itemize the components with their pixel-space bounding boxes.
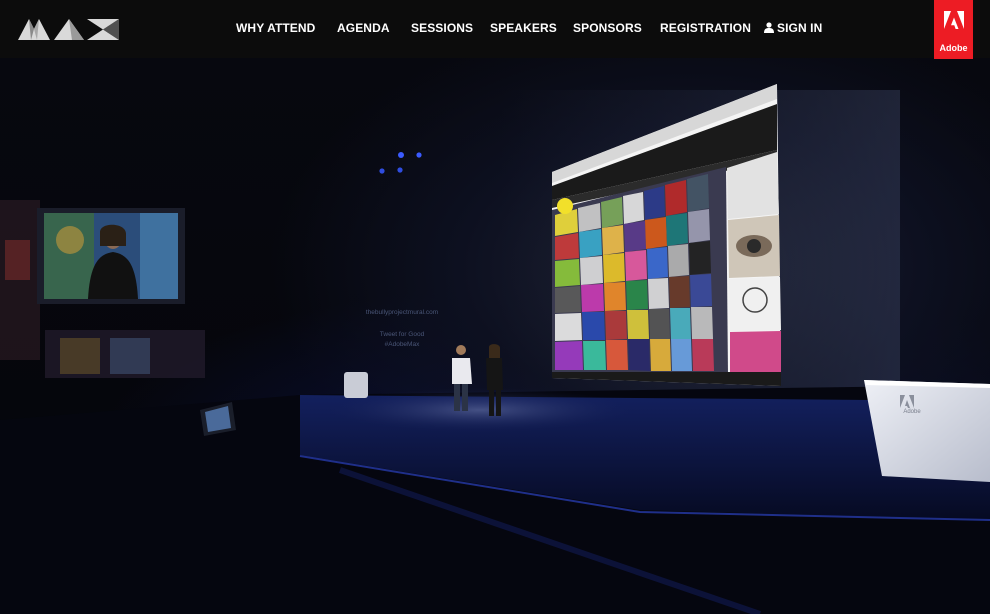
nav-sessions[interactable]: SESSIONS xyxy=(411,21,473,35)
stage-url-text: thebullyprojectmural.com xyxy=(365,309,439,316)
nav-why-attend[interactable]: WHY ATTEND xyxy=(236,21,315,35)
hero-stage-photo: thebullyprojectmural.com Tweet for Good … xyxy=(0,58,990,614)
adobe-logo-tab[interactable]: Adobe xyxy=(934,0,973,59)
stage-scene-illustration xyxy=(0,84,990,614)
sign-in-label: SIGN IN xyxy=(777,21,823,35)
adobe-logo-icon xyxy=(944,11,964,29)
top-navigation-bar: WHY ATTEND AGENDA SESSIONS SPEAKERS SPON… xyxy=(0,0,990,59)
nav-sponsors[interactable]: SPONSORS xyxy=(573,21,642,35)
stage-tweet-text: Tweet for Good xyxy=(379,331,425,338)
podium-adobe-label: Adobe xyxy=(903,409,921,415)
adobe-label: Adobe xyxy=(939,43,968,53)
nav-speakers[interactable]: SPEAKERS xyxy=(490,21,557,35)
nav-agenda[interactable]: AGENDA xyxy=(337,21,390,35)
max-logo[interactable] xyxy=(18,19,119,40)
page: WHY ATTEND AGENDA SESSIONS SPEAKERS SPON… xyxy=(0,0,990,614)
user-icon xyxy=(764,22,774,33)
stage-hashtag-text: #AdobeMax xyxy=(384,341,420,348)
nav-registration[interactable]: REGISTRATION xyxy=(660,21,751,35)
max-logo-icon xyxy=(18,19,119,40)
